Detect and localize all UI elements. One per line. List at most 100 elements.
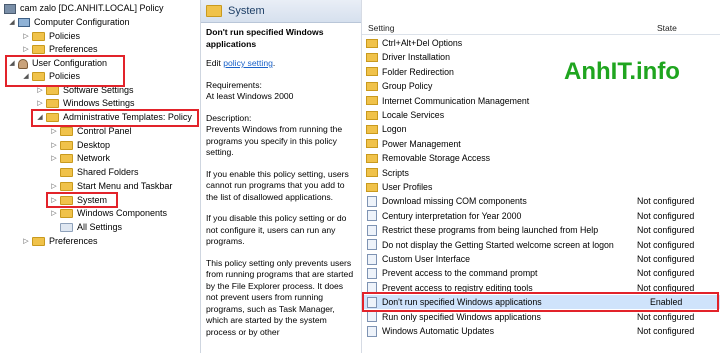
requirements-value: At least Windows 2000 [206, 91, 294, 101]
list-item-name: Group Policy [382, 81, 433, 92]
folder-icon [32, 32, 45, 41]
tree-cc-policies[interactable]: ▷ Policies [22, 30, 80, 43]
list-item-folder[interactable]: Locale Services [362, 108, 720, 122]
list-item-name: Custom User Interface [382, 254, 470, 264]
list-item-folder[interactable]: Ctrl+Alt+Del Options [362, 36, 720, 50]
tree-all-settings[interactable]: All Settings [60, 221, 122, 234]
list-item-name: Do not display the Getting Started welco… [382, 239, 614, 250]
list-item-name: User Profiles [382, 182, 433, 192]
tree-computer-configuration[interactable]: ◢ Computer Configuration [8, 16, 130, 29]
folder-icon [60, 182, 73, 191]
expand-arrow-icon[interactable]: ▷ [50, 139, 58, 152]
description-label: Description: [206, 112, 252, 123]
list-item-folder[interactable]: Removable Storage Access [362, 151, 720, 165]
highlight-user-configuration [5, 55, 125, 87]
requirements: Requirements: At least Windows 2000 [206, 80, 356, 103]
list-item-name: Locale Services [382, 110, 445, 120]
expand-arrow-icon[interactable]: ▷ [22, 30, 30, 43]
policy-title: Don't run specified Windows applications [206, 27, 324, 49]
list-item-name: Download missing COM components [382, 196, 527, 207]
folder-icon [60, 209, 73, 218]
tree-label: Windows Components [77, 208, 168, 218]
list-item-setting[interactable]: Windows Automatic Updates Not configured [362, 324, 720, 338]
description-paragraph-2: If you enable this policy setting, users… [206, 168, 349, 202]
column-header-state[interactable]: State [657, 23, 677, 33]
list-item-state: Not configured [637, 239, 695, 250]
list-item-state: Not configured [637, 196, 695, 207]
list-item-setting[interactable]: Prevent access to the command prompt Not … [362, 266, 720, 280]
folder-icon [366, 153, 378, 163]
list-item-folder[interactable]: User Profiles [362, 180, 720, 194]
policy-setting-icon [367, 195, 377, 207]
list-item-name: Removable Storage Access [382, 153, 491, 164]
list-item-folder[interactable]: Power Management [362, 137, 720, 151]
policy-setting-icon [367, 325, 377, 337]
description-header: System [201, 0, 361, 23]
tree-uc-preferences[interactable]: ▷ Preferences [22, 235, 98, 248]
folder-icon [366, 96, 378, 106]
tree-windows-components[interactable]: ▷ Windows Components [50, 207, 167, 220]
list-item-setting[interactable]: Century interpretation for Year 2000 Not … [362, 209, 720, 223]
tree-label: All Settings [77, 222, 123, 232]
list-item-setting[interactable]: Custom User Interface Not configured [362, 252, 720, 266]
list-item-name: Logon [382, 124, 407, 135]
folder-icon [60, 154, 73, 163]
policy-setting-icon [367, 267, 377, 279]
watermark-text: AnhIT.info [564, 58, 680, 85]
edit-policy-setting-link[interactable]: policy setting [223, 58, 273, 68]
list-item-setting[interactable]: Download missing COM components Not confi… [362, 194, 720, 208]
folder-icon [366, 38, 378, 48]
folder-icon [366, 110, 378, 120]
description-paragraph-4: This policy setting only prevents users … [206, 257, 354, 337]
folder-icon [32, 45, 45, 54]
tree-shared-folders[interactable]: Shared Folders [60, 166, 139, 179]
list-item-folder[interactable]: Scripts [362, 166, 720, 180]
requirements-label: Requirements: [206, 79, 262, 90]
expand-arrow-icon[interactable]: ▷ [50, 152, 58, 165]
edit-suffix: . [272, 58, 276, 68]
list-item-name: Internet Communication Management [382, 95, 530, 106]
folder-icon [60, 141, 73, 150]
tree-label: Policies [49, 31, 81, 41]
list-item-folder[interactable]: Internet Communication Management [362, 94, 720, 108]
description-paragraph-3: If you disable this policy setting or do… [206, 213, 347, 246]
list-item-state: Not configured [637, 225, 695, 236]
navigation-tree: cam zalo [DC.ANHIT.LOCAL] Policy ◢ Compu… [0, 0, 201, 353]
list-item-name: Driver Installation [382, 52, 450, 63]
tree-label: Desktop [77, 140, 111, 150]
list-item-setting[interactable]: Do not display the Getting Started welco… [362, 238, 720, 252]
description-block: Description: Prevents Windows from runni… [206, 113, 356, 159]
list-item-name: Power Management [382, 138, 461, 149]
folder-icon [60, 127, 73, 136]
collapse-arrow-icon[interactable]: ◢ [8, 16, 16, 29]
edit-prefix: Edit [206, 58, 224, 68]
list-item-name: Windows Automatic Updates [382, 326, 494, 336]
highlight-administrative-templates [31, 109, 199, 127]
folder-icon [60, 223, 73, 232]
list-item-state: Not configured [637, 254, 695, 264]
list-item-name: Century interpretation for Year 2000 [382, 210, 522, 221]
column-header-setting[interactable]: Setting [368, 23, 394, 33]
description-paragraph-1: Prevents Windows from running the progra… [206, 124, 343, 157]
list-item-state: Not configured [637, 210, 695, 221]
tree-root-gpo[interactable]: cam zalo [DC.ANHIT.LOCAL] Policy [4, 2, 164, 15]
folder-icon [366, 67, 378, 77]
list-header: Setting State [362, 20, 720, 35]
edit-line: Edit policy setting. [206, 58, 356, 70]
folder-icon [366, 81, 378, 91]
tree-label: Preferences [49, 236, 98, 246]
tree-label: Shared Folders [77, 167, 139, 177]
tree-desktop[interactable]: ▷ Desktop [50, 139, 110, 152]
folder-icon [366, 52, 378, 62]
tree-network[interactable]: ▷ Network [50, 152, 110, 165]
tree-root-label: cam zalo [DC.ANHIT.LOCAL] Policy [20, 3, 164, 13]
description-header-title: System [228, 5, 265, 17]
policy-setting-icon [367, 311, 377, 323]
expand-arrow-icon[interactable]: ▷ [22, 235, 30, 248]
highlight-selected-policy [362, 292, 719, 312]
policy-setting-icon [367, 239, 377, 251]
expand-arrow-icon[interactable]: ▷ [50, 207, 58, 220]
folder-icon [366, 124, 378, 134]
list-item-setting[interactable]: Restrict these programs from being launc… [362, 223, 720, 237]
list-item-folder[interactable]: Logon [362, 122, 720, 136]
